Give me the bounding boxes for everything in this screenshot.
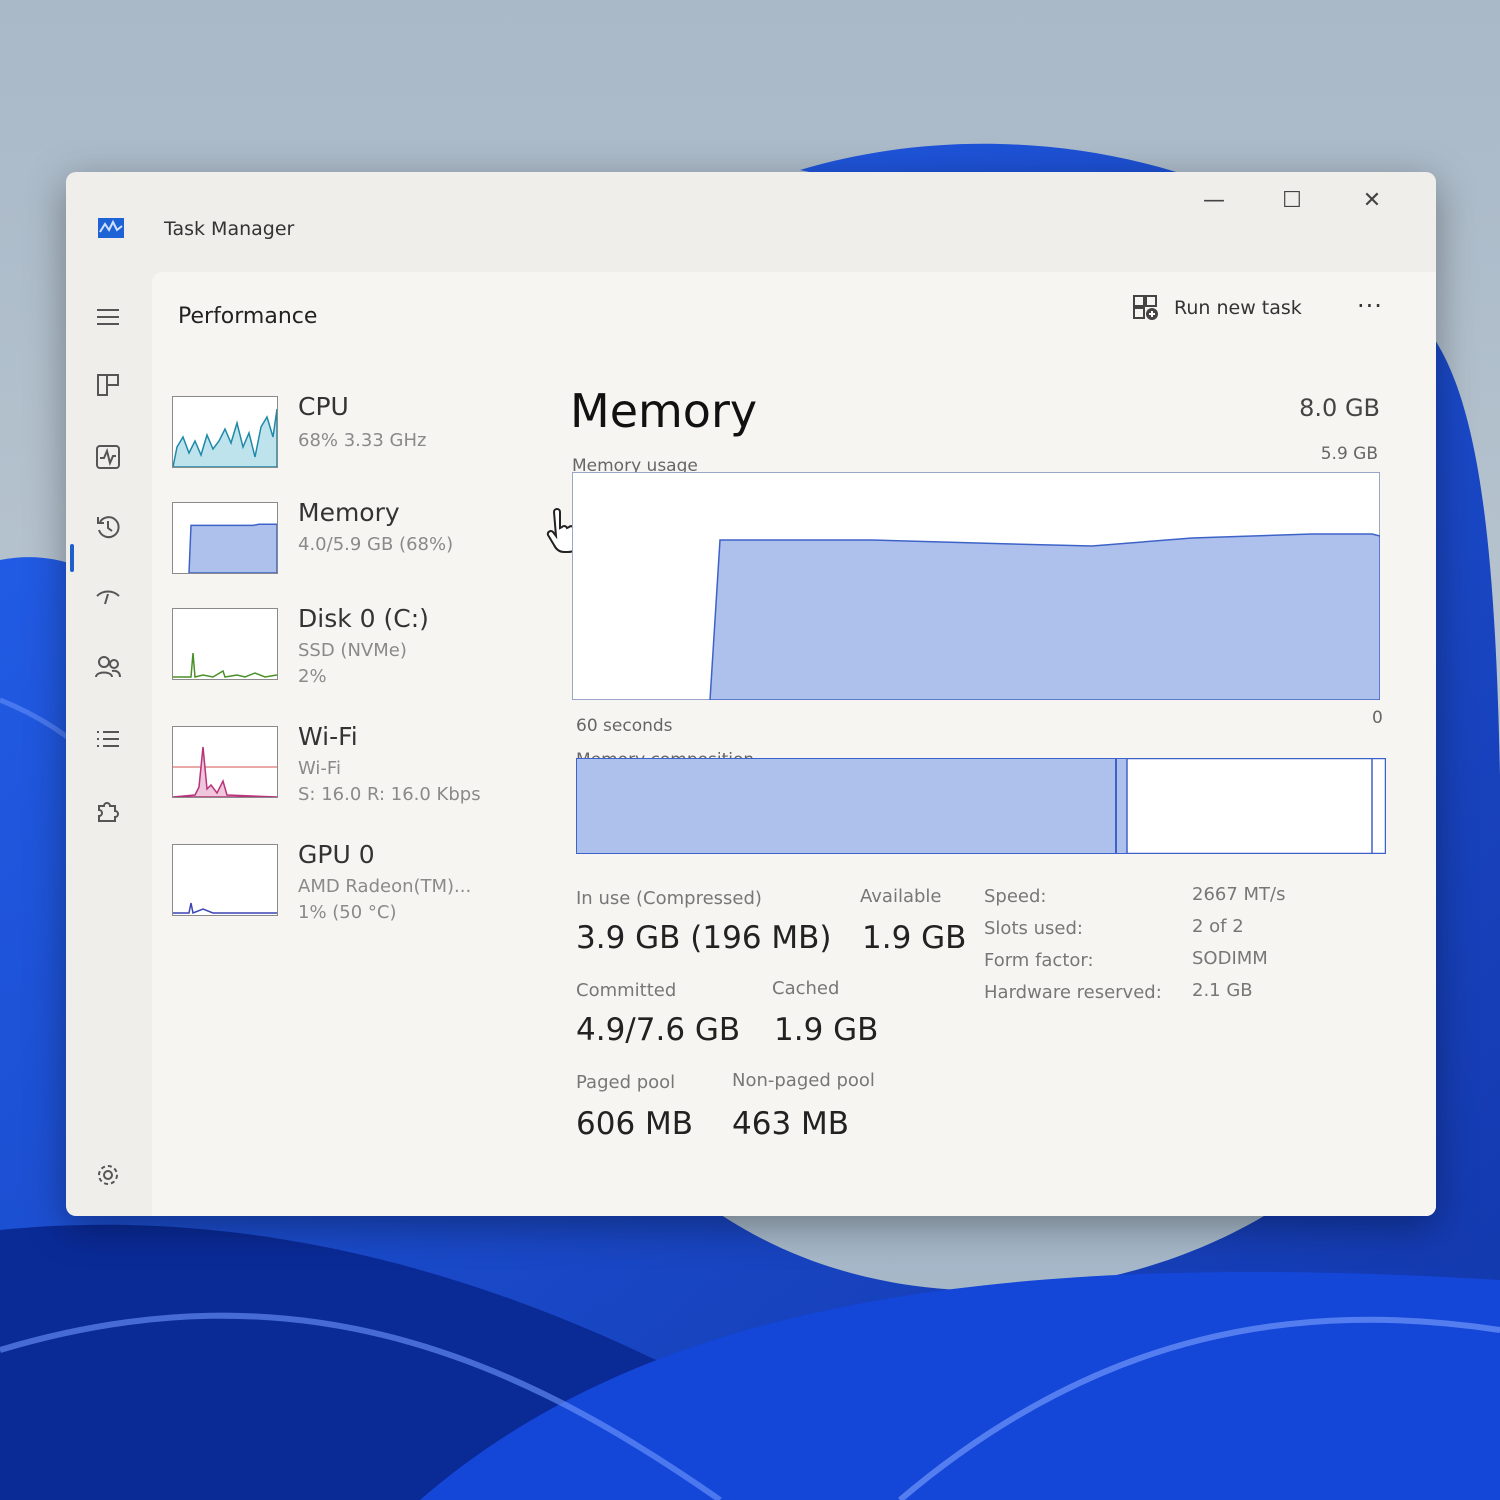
device-name: GPU 0 <box>298 840 375 869</box>
composition-in-use <box>577 759 1117 853</box>
device-detail-2: S: 16.0 R: 16.0 Kbps <box>298 784 481 805</box>
device-detail: SSD (NVMe) <box>298 640 407 661</box>
device-detail-2: 1% (50 °C) <box>298 902 397 923</box>
device-name: CPU <box>298 392 349 421</box>
nav-users[interactable] <box>80 644 136 690</box>
device-item-disk[interactable]: Disk 0 (C:) SSD (NVMe) 2% <box>172 604 532 694</box>
non-paged-pool-value: 463 MB <box>732 1106 850 1142</box>
device-name: Wi-Fi <box>298 722 358 751</box>
device-detail: 4.0/5.9 GB (68%) <box>298 534 454 555</box>
history-icon <box>97 516 120 539</box>
task-manager-window: Task Manager — ☐ ✕ Performance Run new t… <box>66 172 1436 1216</box>
gear-icon <box>98 1165 118 1185</box>
nav-settings[interactable] <box>80 1152 136 1198</box>
run-task-icon <box>1133 295 1158 320</box>
services-puzzle-icon <box>98 802 119 822</box>
device-item-memory[interactable]: Memory 4.0/5.9 GB (68%) <box>172 498 532 588</box>
window-title: Task Manager <box>164 218 295 240</box>
graph-axis-right: 0 <box>1372 708 1383 728</box>
graph-axis-left: 60 seconds <box>576 716 673 736</box>
performance-icon <box>96 445 120 469</box>
memory-heading: Memory <box>570 384 758 438</box>
cpu-thumbnail-graph <box>172 396 278 468</box>
navigation-rail <box>66 272 150 1216</box>
paged-pool-label: Paged pool <box>576 1072 676 1093</box>
page-title: Performance <box>178 304 318 329</box>
device-name: Disk 0 (C:) <box>298 604 429 633</box>
startup-icon <box>96 590 120 605</box>
memory-thumb-area <box>188 523 277 573</box>
maximize-icon: ☐ <box>1282 187 1302 213</box>
spec-speed-label: Speed: <box>984 886 1047 907</box>
committed-value: 4.9/7.6 GB <box>576 1012 741 1048</box>
nav-startup-apps[interactable] <box>80 574 136 620</box>
run-new-task-label: Run new task <box>1174 297 1302 319</box>
in-use-value: 3.9 GB (196 MB) <box>576 920 832 956</box>
cached-value: 1.9 GB <box>774 1012 879 1048</box>
wifi-thumb-area <box>173 746 277 797</box>
cached-label: Cached <box>772 978 840 999</box>
disk-thumb-line <box>173 652 277 678</box>
non-paged-pool-label: Non-paged pool <box>732 1070 875 1091</box>
spec-form-factor-value: SODIMM <box>1192 948 1268 969</box>
spec-hw-reserved-label: Hardware reserved: <box>984 982 1162 1003</box>
device-item-wifi[interactable]: Wi-Fi Wi-Fi S: 16.0 R: 16.0 Kbps <box>172 722 532 812</box>
gpu-thumbnail-graph <box>172 844 278 916</box>
available-value: 1.9 GB <box>862 920 967 956</box>
hamburger-icon <box>97 309 119 325</box>
processes-icon <box>97 374 119 396</box>
usage-graph-area <box>709 533 1380 700</box>
nav-selection-indicator <box>70 544 74 572</box>
more-dots-icon: ··· <box>1357 292 1383 320</box>
device-item-cpu[interactable]: CPU 68% 3.33 GHz <box>172 392 532 482</box>
spec-slots-label: Slots used: <box>984 918 1083 939</box>
memory-total: 8.0 GB <box>1299 394 1380 422</box>
device-detail: AMD Radeon(TM)... <box>298 876 472 897</box>
memory-usage-max: 5.9 GB <box>1320 444 1378 464</box>
device-item-gpu[interactable]: GPU 0 AMD Radeon(TM)... 1% (50 °C) <box>172 840 532 930</box>
device-name: Memory <box>298 498 400 527</box>
nav-performance[interactable] <box>80 434 136 480</box>
device-detail: Wi-Fi <box>298 758 341 779</box>
close-button[interactable]: ✕ <box>1342 178 1402 222</box>
spec-hw-reserved-value: 2.1 GB <box>1192 980 1253 1001</box>
device-detail: 68% 3.33 GHz <box>298 430 427 451</box>
minimize-icon: — <box>1203 187 1225 213</box>
users-icon <box>95 656 121 678</box>
available-label: Available <box>860 886 942 907</box>
details-list-icon <box>97 731 119 747</box>
gpu-thumb-line <box>173 902 277 915</box>
spec-speed-value: 2667 MT/s <box>1192 884 1286 905</box>
wifi-thumbnail-graph <box>172 726 278 798</box>
memory-thumbnail-graph <box>172 502 278 574</box>
more-options-button[interactable]: ··· <box>1348 286 1392 326</box>
nav-app-history[interactable] <box>80 504 136 550</box>
nav-processes[interactable] <box>80 362 136 408</box>
task-manager-app-icon <box>98 218 124 238</box>
cpu-thumb-area <box>173 408 277 467</box>
nav-services[interactable] <box>80 788 136 834</box>
nav-menu-button[interactable] <box>80 294 136 340</box>
in-use-label: In use (Compressed) <box>576 888 762 909</box>
minimize-button[interactable]: — <box>1184 178 1244 222</box>
title-bar[interactable]: Task Manager — ☐ ✕ <box>66 172 1436 262</box>
maximize-button[interactable]: ☐ <box>1262 178 1322 222</box>
memory-usage-graph <box>572 472 1380 700</box>
spec-slots-value: 2 of 2 <box>1192 916 1244 937</box>
close-icon: ✕ <box>1362 187 1382 213</box>
nav-details[interactable] <box>80 716 136 762</box>
committed-label: Committed <box>576 980 677 1001</box>
device-detail-2: 2% <box>298 666 327 687</box>
content-pane: Performance Run new task ··· CPU 68% 3.3… <box>152 272 1436 1216</box>
spec-form-factor-label: Form factor: <box>984 950 1094 971</box>
disk-thumbnail-graph <box>172 608 278 680</box>
composition-modified <box>1117 759 1127 853</box>
run-new-task-button[interactable]: Run new task <box>1132 288 1332 328</box>
memory-composition-bar <box>576 758 1386 854</box>
paged-pool-value: 606 MB <box>576 1106 694 1142</box>
